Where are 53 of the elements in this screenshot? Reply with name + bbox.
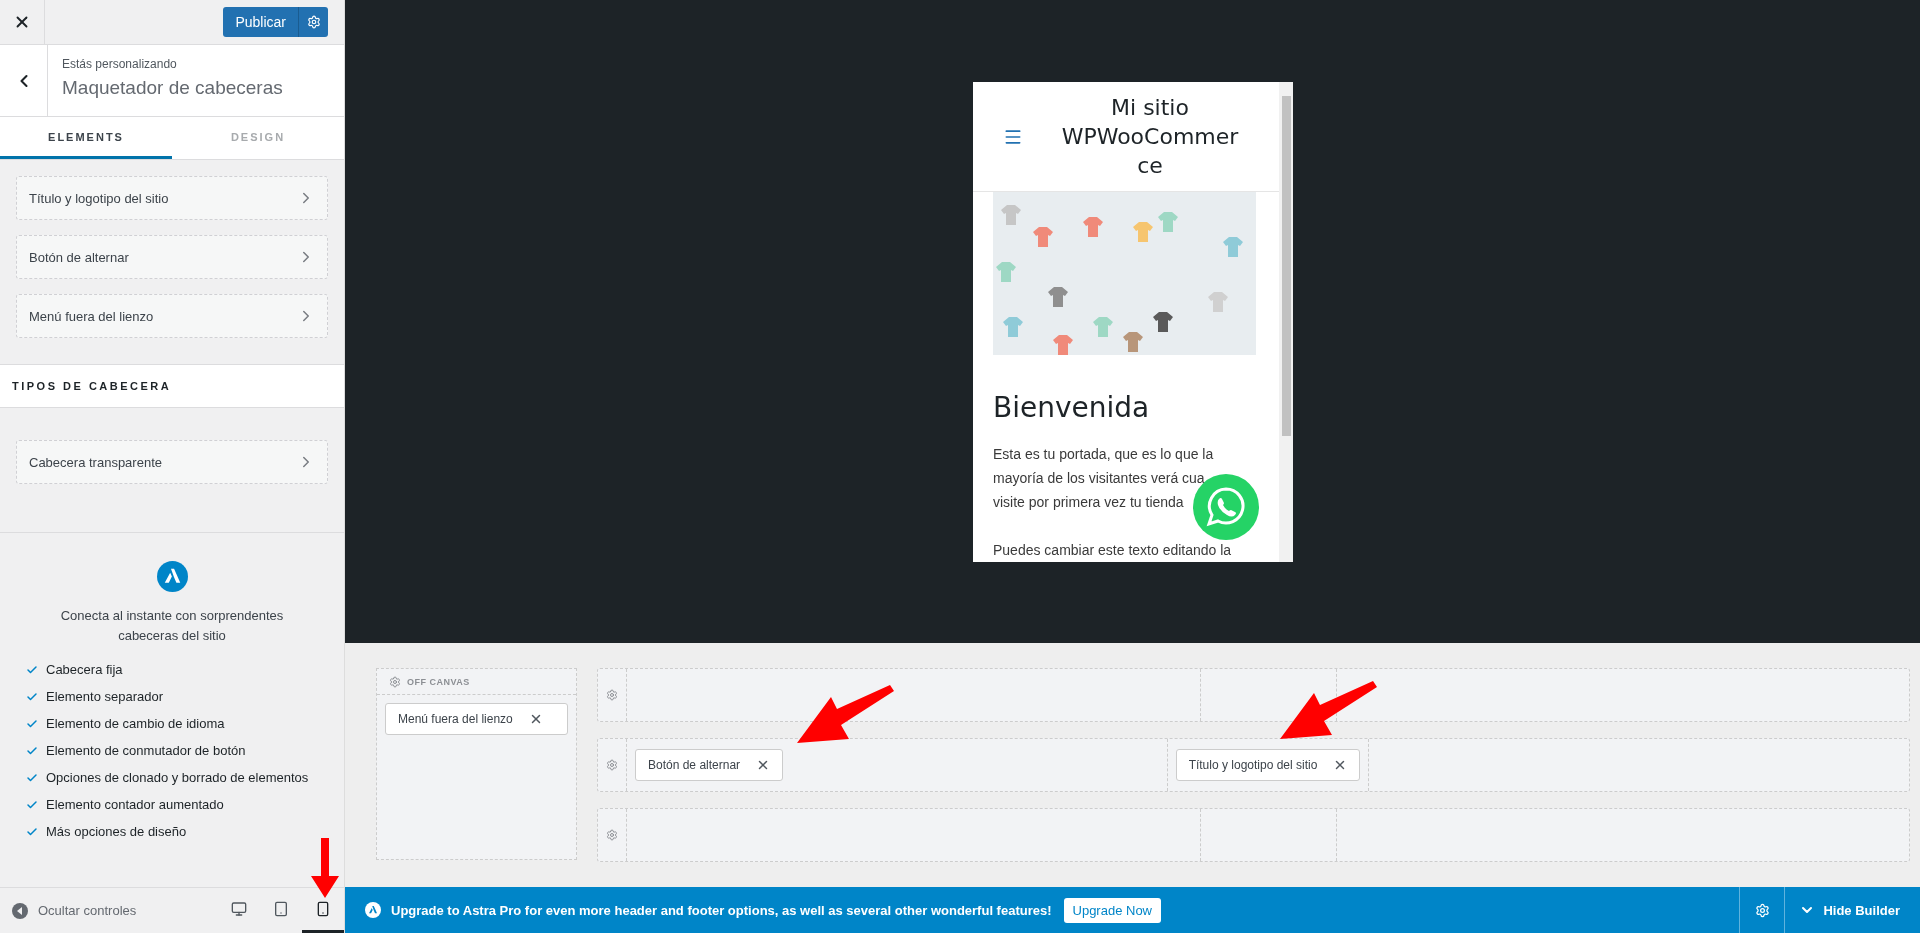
feature-text: Elemento contador aumentado [46,797,224,812]
off-canvas-title: OFF CANVAS [407,676,470,687]
astra-logo-icon [365,902,381,918]
check-icon [26,717,38,730]
paragraph-line: Esta es tu portada, que es lo que la [993,445,1214,464]
element-item[interactable]: Menú fuera del lienzo [16,294,328,338]
check-icon [26,798,38,811]
mobile-icon [315,900,331,917]
panel-title: Maquetador de cabeceras [62,77,283,99]
hide-builder-button[interactable]: Hide Builder [1785,887,1920,933]
section-title: TIPOS DE CABECERA [0,365,344,408]
collapse-icon [12,902,28,919]
element-item[interactable]: Botón de alternar [16,235,328,279]
scrollbar[interactable] [1279,82,1293,562]
builder-item[interactable]: Botón de alternar [635,749,784,781]
settings-button[interactable] [1739,887,1786,933]
promo-text: Conecta al instante con sorprendentes cabeceras del sitio [59,607,285,645]
feature-text: Opciones de clonado y borrado de elementos [46,770,309,785]
builder-item[interactable]: Menú fuera del lienzo [385,703,568,735]
element-item[interactable]: Título y logotipo del sitio [16,176,328,220]
check-icon [26,744,38,757]
astra-logo-icon [156,561,188,592]
settings-icon[interactable] [389,675,401,688]
gear-icon [306,15,321,29]
settings-button[interactable] [298,7,328,37]
publish-button[interactable]: Publicar [223,7,298,37]
check-icon [26,825,38,838]
gear-icon [1754,902,1770,918]
builder-item[interactable]: Título y logotipo del sitio [1175,749,1361,781]
feature-text: Elemento separador [46,689,164,704]
site-title: Mi sitio WPWooCommerce [1060,94,1240,180]
check-icon [26,771,38,784]
check-icon [26,690,38,703]
gear-icon [606,759,618,771]
page-heading: Bienvenida [993,391,1151,424]
feature-text: Más opciones de diseño [46,824,187,839]
paragraph-line: Puedes cambiar este texto editando la [993,541,1232,560]
feature-text: Elemento de conmutador de botón [46,743,246,758]
gear-icon [606,689,618,701]
annotation-arrow [310,838,340,898]
desktop-icon [231,900,247,917]
header-type-item[interactable]: Cabecera transparente [16,440,328,484]
check-icon [26,663,38,676]
gear-icon [606,829,618,841]
hide-controls-button[interactable]: Ocultar controles [12,902,137,919]
upgrade-button[interactable]: Upgrade Now [1063,897,1161,923]
feature-text: Cabecera fija [46,662,123,677]
paragraph-line: visite por primera vez tu tienda [993,493,1184,512]
feature-text: Elemento de cambio de idioma [46,716,225,731]
paragraph-line: mayoría de los visitantes verá cua [993,469,1205,488]
upgrade-message: Upgrade to Astra Pro for even more header and footer options, as well as several other wonderful features! [391,902,1052,918]
tablet-icon [273,900,289,917]
panel-subtitle: Estás personalizando [62,57,178,71]
